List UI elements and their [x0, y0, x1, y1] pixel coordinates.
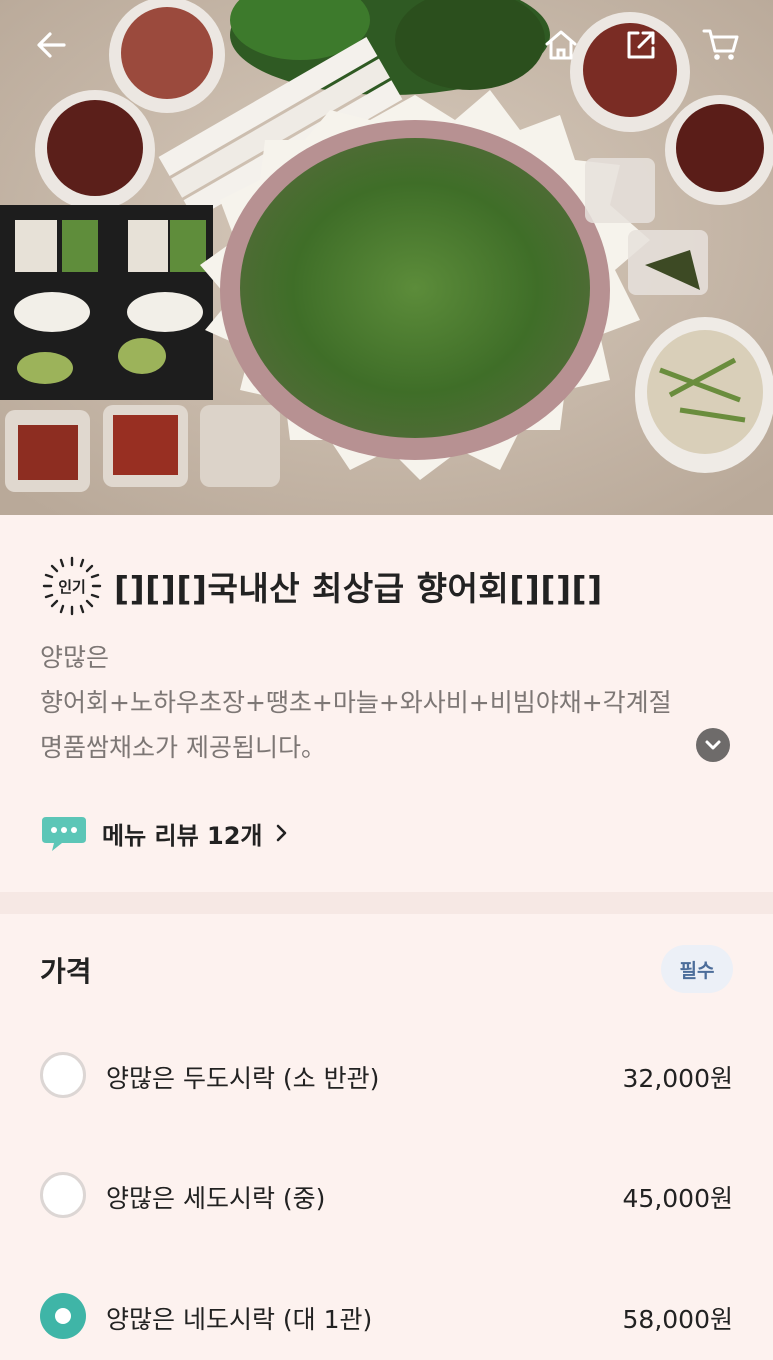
price-option[interactable]: 양많은 세도시락 (중) 45,000원: [0, 1161, 773, 1231]
price-option-label: 양많은 네도시락 (대 1관): [106, 1305, 373, 1334]
menu-review-link[interactable]: 메뉴 리뷰 12개: [40, 808, 289, 858]
price-option-price: 58,000원: [622, 1305, 733, 1334]
popular-badge-label: 인기: [58, 577, 86, 596]
radio-button[interactable]: [40, 1052, 86, 1098]
food-platter-illustration: [0, 0, 773, 515]
price-option-price: 32,000원: [622, 1064, 733, 1093]
menu-photo: [0, 0, 773, 515]
cart-icon: [702, 29, 739, 60]
radio-button-checked[interactable]: [40, 1293, 86, 1339]
price-section-title: 가격: [40, 955, 92, 988]
description-line: 명품쌈채소가 제공됩니다。: [40, 733, 326, 762]
price-option-price: 45,000원: [622, 1184, 733, 1213]
required-badge: 필수: [661, 945, 733, 993]
review-count-label: 메뉴 리뷰 12개: [102, 821, 263, 850]
arrow-left-icon: [37, 32, 66, 58]
share-icon: [627, 31, 655, 59]
popular-badge: 인기: [40, 554, 104, 618]
expand-description-button[interactable]: [696, 728, 730, 762]
chevron-right-icon: [276, 824, 286, 842]
back-button[interactable]: [28, 22, 74, 68]
description-line: 양많은: [40, 643, 110, 672]
section-divider: [0, 892, 773, 914]
price-option[interactable]: 양많은 두도시락 (소 반관) 32,000원: [0, 1041, 773, 1111]
share-button[interactable]: [618, 22, 664, 68]
chevron-down-icon: [705, 740, 721, 750]
cart-button[interactable]: [698, 22, 744, 68]
home-icon: [545, 30, 577, 60]
price-option-label: 양많은 두도시락 (소 반관): [106, 1064, 380, 1093]
price-option-label: 양많은 세도시락 (중): [106, 1184, 326, 1213]
speech-bubble-icon: [42, 817, 86, 851]
radio-button[interactable]: [40, 1172, 86, 1218]
menu-title-row: 인기 [][][]국내산 최상급 향어회[][][]: [40, 555, 740, 617]
menu-description: 양많은 향어회+노하우초장+땡초+마늘+와사비+비빔야채+각계절 명품쌈채소가 …: [40, 635, 730, 770]
price-option-selected[interactable]: 양많은 네도시락 (대 1관) 58,000원: [0, 1282, 773, 1352]
description-line: 향어회+노하우초장+땡초+마늘+와사비+비빔야채+각계절: [40, 688, 672, 717]
home-button[interactable]: [538, 22, 584, 68]
menu-title: [][][]국내산 최상급 향어회[][][]: [114, 569, 603, 608]
